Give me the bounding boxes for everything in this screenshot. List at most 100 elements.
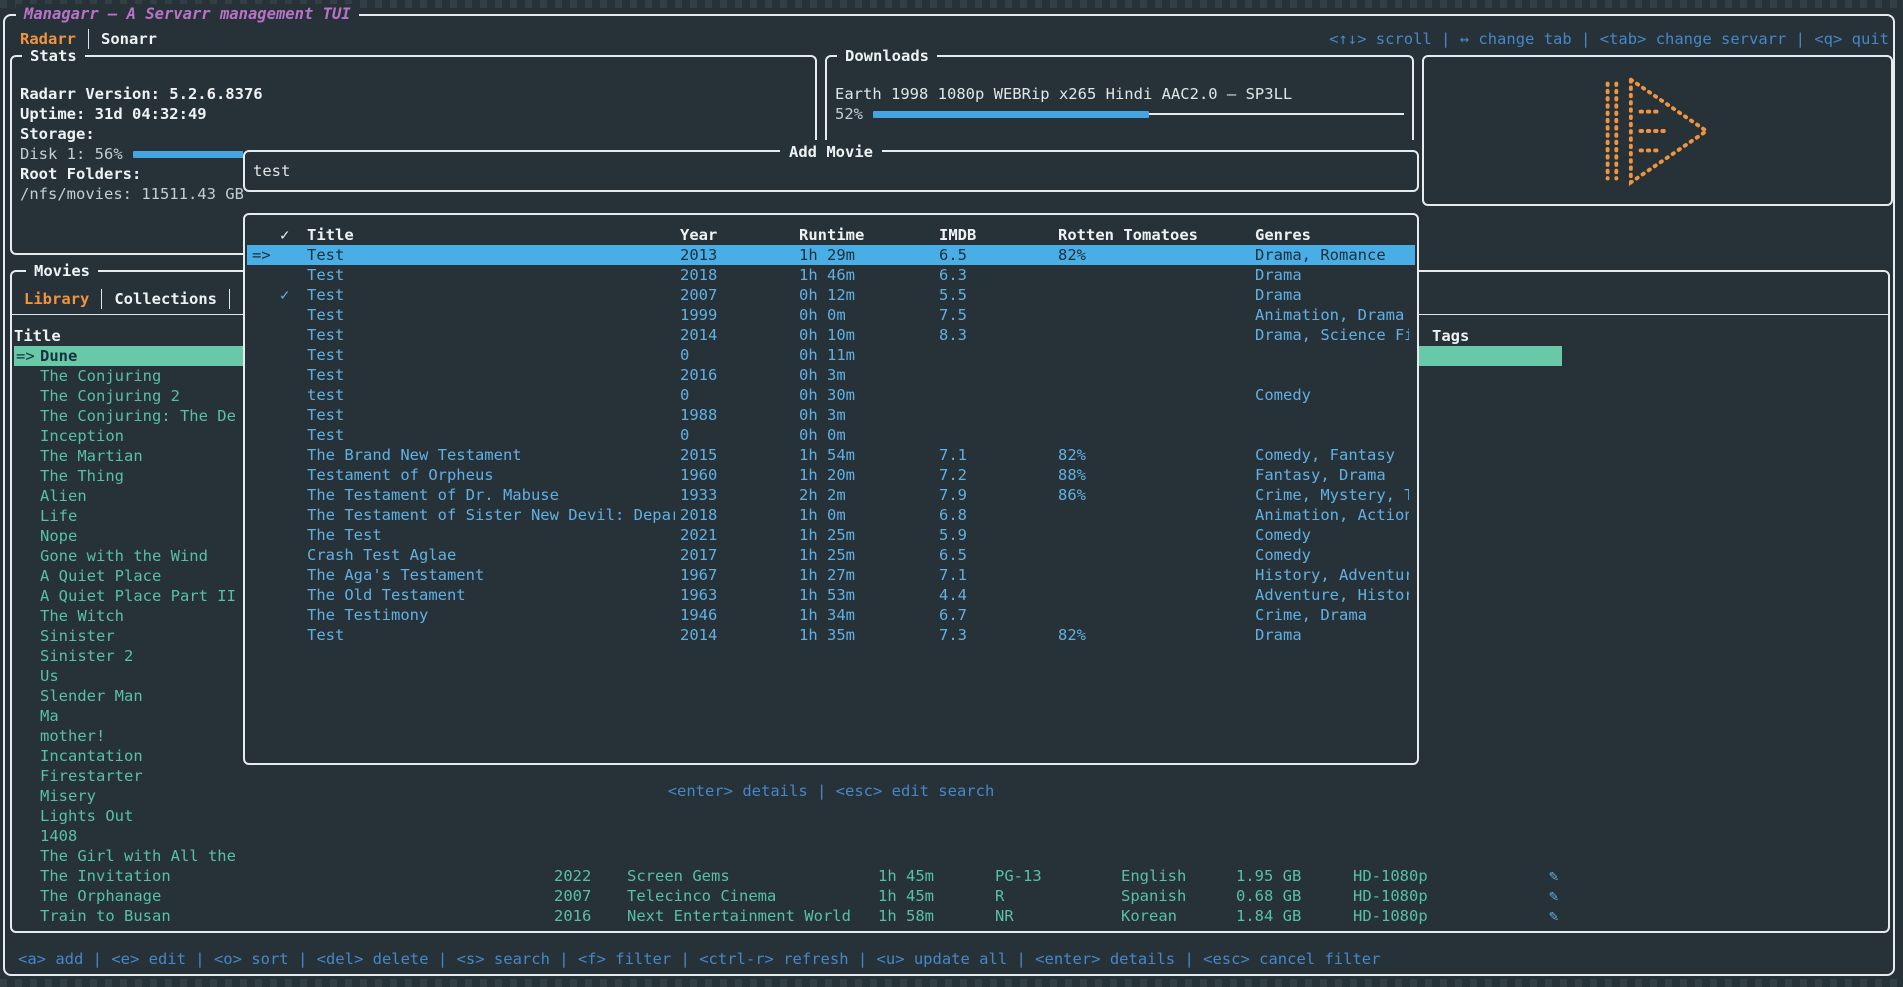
cell-runtime: 2h 2m	[799, 485, 846, 505]
cell-title: The Girl with All the	[40, 846, 238, 866]
download-progress-bar	[873, 108, 1404, 120]
cell-language: English	[1121, 866, 1186, 886]
result-row[interactable]: Test20181h 46m6.3Drama	[247, 265, 1415, 285]
cell-genres: Crime, Drama	[1255, 605, 1409, 625]
cell-year: 0	[680, 385, 689, 405]
movie-row[interactable]: The Invitation2022Screen Gems1h 45mPG-13…	[14, 866, 1886, 886]
checked-icon: ✓	[280, 285, 289, 305]
popup-keybind-bar: <enter> details | <esc> edit search	[243, 781, 1419, 803]
cell-title: 1408	[40, 826, 238, 846]
downloads-title: Downloads	[837, 46, 937, 66]
tab-library[interactable]: Library	[18, 289, 95, 309]
cell-title: Test	[307, 625, 675, 645]
cell-title: Test	[307, 345, 675, 365]
result-row[interactable]: The Test20211h 25m5.9Comedy	[247, 525, 1415, 545]
cell-title: Misery	[40, 786, 238, 806]
cell-year: 2015	[680, 445, 717, 465]
cell-title: Test	[307, 265, 675, 285]
cell-studio: Telecinco Cinema	[627, 886, 776, 906]
cell-year: 1967	[680, 565, 717, 585]
tab-divider	[229, 289, 230, 309]
cell-title: The Invitation	[40, 866, 238, 886]
cell-year: 2007	[554, 886, 591, 906]
cell-genres: Comedy	[1255, 385, 1409, 405]
cell-genres: Comedy, Fantasy	[1255, 445, 1409, 465]
top-keybind-bar: <↑↓> scroll | ↔ change tab | <tab> chang…	[1329, 28, 1889, 50]
cell-year: 2014	[680, 325, 717, 345]
result-row[interactable]: ✓Test20070h 12m5.5Drama	[247, 285, 1415, 305]
result-row[interactable]: The Testament of Dr. Mabuse19332h 2m7.98…	[247, 485, 1415, 505]
managarr-play-logo-icon	[1599, 68, 1717, 194]
result-row[interactable]: Test19990h 0m7.5Animation, Drama	[247, 305, 1415, 325]
cell-genres: Adventure, History, Drama	[1255, 585, 1409, 605]
movie-row[interactable]: The Orphanage 2007 Telecinco Cinema 1h 45m R…	[14, 886, 1886, 906]
result-row[interactable]: Test20141h 35m7.382%Drama	[247, 625, 1415, 645]
column-header-rotten-tomatoes: Rotten Tomatoes	[1058, 225, 1198, 245]
cell-title: Sinister 2	[40, 646, 238, 666]
cell-imdb: 6.3	[939, 265, 967, 285]
cell-runtime: 1h 35m	[799, 625, 855, 645]
add-movie-popup: Add Movie ✓ Title Year Runtime IMDB Rott…	[243, 140, 1419, 862]
column-header-tags: Tags	[1432, 326, 1469, 346]
column-header-check: ✓	[280, 225, 289, 245]
cell-rotten-tomatoes: 82%	[1058, 625, 1086, 645]
cell-runtime: 1h 25m	[799, 545, 855, 565]
column-header-imdb: IMDB	[939, 225, 976, 245]
result-row[interactable]: Testament of Orpheus19601h 20m7.288%Fant…	[247, 465, 1415, 485]
column-header-title: Title	[14, 327, 61, 345]
cell-studio: Screen Gems	[627, 866, 730, 886]
cell-runtime: 1h 27m	[799, 565, 855, 585]
cell-size: 1.95 GB	[1236, 866, 1301, 886]
tab-sonarr[interactable]: Sonarr	[95, 29, 163, 49]
result-row[interactable]: The Testament of Sister New Devil: Depar…	[247, 505, 1415, 525]
cell-genres: Animation, Action, Romance	[1255, 505, 1409, 525]
column-header-title: Title	[307, 225, 675, 245]
cell-genres: Drama	[1255, 625, 1409, 645]
cell-size: 0.68 GB	[1236, 886, 1301, 906]
uptime: Uptime: 31d 04:32:49	[20, 104, 807, 124]
add-movie-title: Add Movie	[780, 142, 882, 162]
result-row[interactable]: Test20140h 10m8.3Drama, Science Fiction	[247, 325, 1415, 345]
cell-title: A Quiet Place Part II	[40, 586, 238, 606]
cell-language: Korean	[1121, 906, 1177, 926]
cell-genres: Comedy	[1255, 545, 1409, 565]
cell-title: Us	[40, 666, 238, 686]
result-row[interactable]: =>Test20131h 29m6.582%Drama, Romance	[247, 245, 1415, 265]
cell-genres: Drama	[1255, 285, 1409, 305]
result-row[interactable]: The Aga's Testament19671h 27m7.1History,…	[247, 565, 1415, 585]
results-table-header: ✓ Title Year Runtime IMDB Rotten Tomatoe…	[247, 225, 1415, 245]
cell-genres: Drama	[1255, 265, 1409, 285]
bottom-keybind-bar: <a> add | <e> edit | <o> sort | <del> de…	[18, 948, 1380, 970]
movie-row[interactable]: Train to Busan2016Next Entertainment Wor…	[14, 906, 1886, 926]
result-row[interactable]: Test00h 11m	[247, 345, 1415, 365]
cell-title: The Conjuring	[40, 366, 238, 386]
result-row[interactable]: The Old Testament19631h 53m4.4Adventure,…	[247, 585, 1415, 605]
cell-genres: Fantasy, Drama	[1255, 465, 1409, 485]
cell-runtime: 0h 3m	[799, 365, 846, 385]
cell-runtime: 1h 0m	[799, 505, 846, 525]
cell-runtime: 1h 45m	[878, 886, 934, 906]
cell-rotten-tomatoes: 82%	[1058, 245, 1086, 265]
cell-title: Sinister	[40, 626, 238, 646]
result-row[interactable]: Test20160h 3m	[247, 365, 1415, 385]
cell-imdb: 7.5	[939, 305, 967, 325]
cell-imdb: 5.9	[939, 525, 967, 545]
cell-imdb: 7.1	[939, 445, 967, 465]
cell-certification: R	[995, 886, 1004, 906]
result-row[interactable]: Test00h 0m	[247, 425, 1415, 445]
cell-title: The Aga's Testament	[307, 565, 675, 585]
cell-title: The Orphanage	[40, 886, 238, 906]
result-row[interactable]: The Testimony19461h 34m6.7Crime, Drama	[247, 605, 1415, 625]
result-row[interactable]: Test19880h 3m	[247, 405, 1415, 425]
cell-title: The Martian	[40, 446, 238, 466]
tab-collections[interactable]: Collections	[108, 289, 223, 309]
result-row[interactable]: Crash Test Aglae20171h 25m6.5Comedy	[247, 545, 1415, 565]
cell-runtime: 0h 11m	[799, 345, 855, 365]
result-row[interactable]: test00h 30mComedy	[247, 385, 1415, 405]
cell-title: Test	[307, 305, 675, 325]
result-row[interactable]: The Brand New Testament20151h 54m7.182%C…	[247, 445, 1415, 465]
cell-runtime: 1h 53m	[799, 585, 855, 605]
tag-icon: ✎	[1549, 866, 1558, 886]
cell-imdb: 7.3	[939, 625, 967, 645]
download-item: Earth 1998 1080p WEBRip x265 Hindi AAC2.…	[835, 84, 1404, 104]
